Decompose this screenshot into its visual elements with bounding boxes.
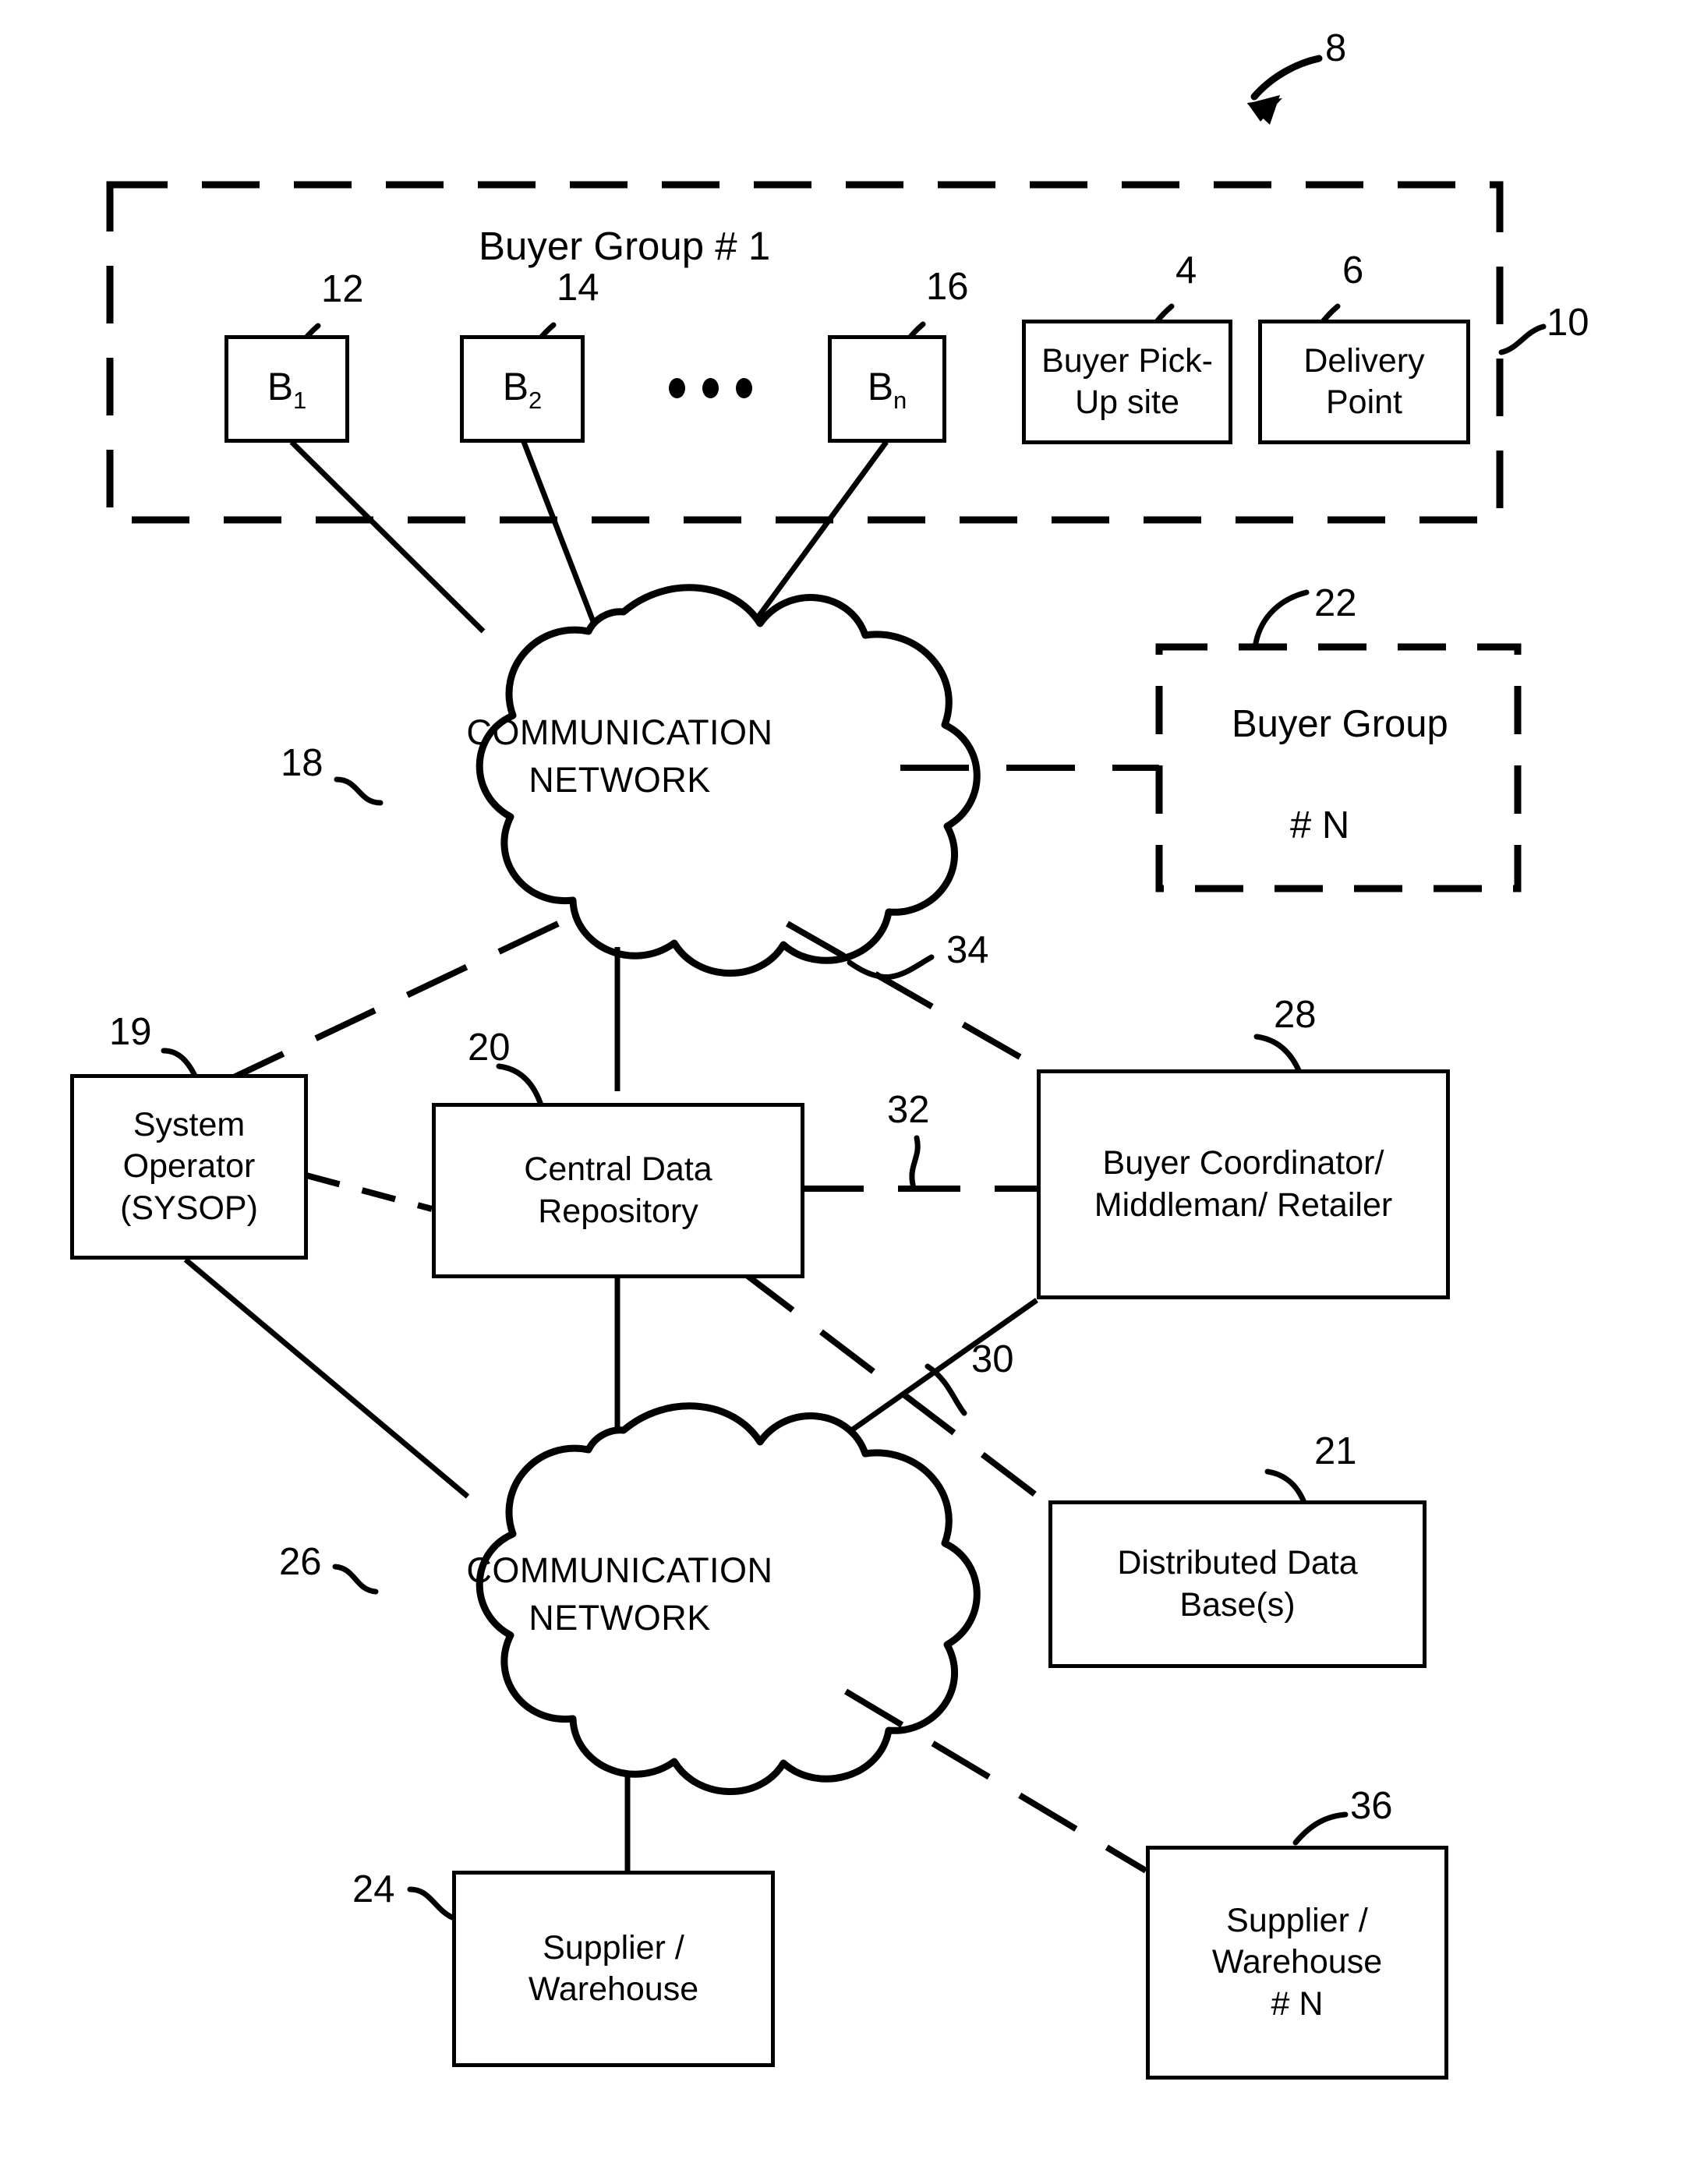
buyer-group-n-line2: # N: [1290, 804, 1350, 846]
buyer-list-ellipsis: [669, 378, 752, 398]
ref-number-6: 6: [1342, 249, 1364, 292]
figure-ref-number: 8: [1325, 27, 1347, 69]
ref-number-18: 18: [281, 742, 323, 784]
network-bottom-label: COMMUNICATION NETWORK: [466, 1550, 773, 1638]
link-sysop-network-bottom: [183, 1257, 470, 1499]
ref-number-20: 20: [468, 1027, 511, 1069]
ref-number-28: 28: [1274, 994, 1317, 1036]
leader-26: [332, 1564, 379, 1595]
leader-32: [909, 1135, 921, 1191]
link-network-bottom-supplier-n: [843, 1688, 1148, 1874]
buyer-coordinator-label: Buyer Coordinator/ Middleman/ Retailer: [1094, 1144, 1393, 1224]
system-operator-node[interactable]: System Operator (SYSOP): [70, 1074, 308, 1260]
central-data-repository-node[interactable]: Central Data Repository: [432, 1103, 804, 1278]
buyer-node-b1[interactable]: B1: [224, 335, 349, 443]
ref-number-24: 24: [352, 1868, 395, 1910]
distributed-database-label: Distributed Data Base(s): [1117, 1544, 1358, 1624]
leader-18: [334, 776, 384, 806]
ref-number-19: 19: [109, 1011, 152, 1053]
central-data-repository-label: Central Data Repository: [524, 1150, 712, 1230]
leader-22: [1253, 589, 1310, 646]
link-network-top-coordinator: [786, 921, 1050, 1076]
buyer-node-bn-label: Bn: [867, 364, 907, 414]
ref-number-14: 14: [557, 267, 599, 309]
system-operator-label: System Operator (SYSOP): [120, 1106, 258, 1227]
link-b1-network: [289, 440, 486, 634]
buyer-node-bn[interactable]: Bn: [828, 335, 946, 443]
buyer-group-n-line1: Buyer Group: [1232, 703, 1448, 745]
buyer-group-n-boundary: [1155, 643, 1522, 892]
ref-number-10: 10: [1547, 302, 1589, 344]
buyer-group-1-title: Buyer Group # 1: [479, 224, 771, 268]
ref-number-32: 32: [887, 1089, 930, 1131]
supplier-warehouse-n-label: Supplier / Warehouse # N: [1211, 1902, 1383, 2023]
network-top-label: COMMUNICATION NETWORK: [466, 712, 773, 800]
supplier-warehouse-n-node[interactable]: Supplier / Warehouse # N: [1146, 1846, 1448, 2080]
leader-19: [161, 1048, 198, 1079]
delivery-point-node[interactable]: Delivery Point: [1258, 320, 1470, 444]
ref-number-12: 12: [321, 268, 364, 310]
buyer-pickup-site-label: Buyer Pick- Up site: [1041, 341, 1213, 421]
patent-figure: 8 Buyer Group # 1 12 14 16 4 6 10 B1 B2 …: [0, 0, 1697, 2184]
figure-ref-arrow-icon: [1247, 55, 1323, 125]
buyer-node-b2-label: B2: [502, 364, 543, 414]
buyer-node-b1-label: B1: [267, 364, 307, 414]
ref-number-4: 4: [1176, 249, 1197, 292]
delivery-point-label: Delivery Point: [1303, 341, 1425, 421]
buyer-node-b2[interactable]: B2: [460, 335, 585, 443]
leader-24: [407, 1886, 455, 1921]
ref-number-36: 36: [1350, 1785, 1393, 1827]
link-sysop-repository: [305, 1172, 433, 1212]
ref-number-34: 34: [946, 929, 989, 971]
supplier-warehouse-label: Supplier / Warehouse: [528, 1928, 699, 2008]
buyer-pickup-site-node[interactable]: Buyer Pick- Up site: [1022, 320, 1232, 444]
link-b2-network: [521, 440, 597, 625]
distributed-database-node[interactable]: Distributed Data Base(s): [1048, 1500, 1427, 1668]
supplier-warehouse-node[interactable]: Supplier / Warehouse: [452, 1871, 775, 2067]
leader-34: [847, 954, 935, 980]
ref-number-26: 26: [279, 1541, 322, 1583]
leader-36: [1292, 1811, 1349, 1846]
buyer-coordinator-node[interactable]: Buyer Coordinator/ Middleman/ Retailer: [1037, 1069, 1450, 1299]
ref-number-16: 16: [926, 266, 969, 308]
ref-number-21: 21: [1314, 1430, 1357, 1472]
ref-number-22: 22: [1314, 582, 1357, 624]
leader-10: [1498, 323, 1547, 355]
ref-number-30: 30: [971, 1338, 1014, 1380]
